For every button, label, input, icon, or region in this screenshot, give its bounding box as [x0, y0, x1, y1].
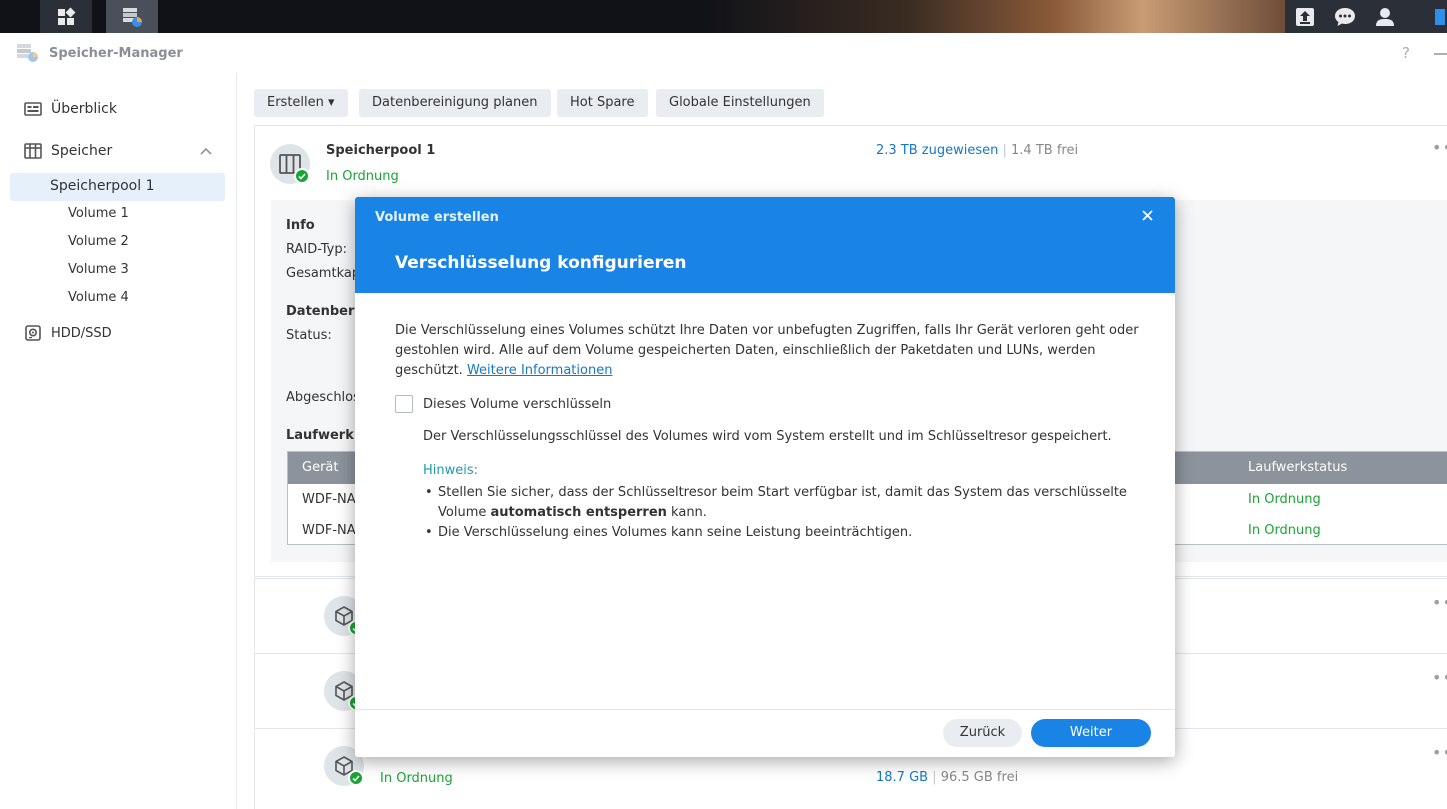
more-info-link[interactable]: Weitere Informationen — [467, 363, 612, 378]
volume-free: 96.5 GB frei — [940, 770, 1019, 785]
sidebar-item-volume-2[interactable]: Volume 2 — [68, 234, 129, 249]
user-tray-button[interactable] — [1365, 0, 1405, 33]
info-title: Info — [286, 218, 315, 233]
sidebar-item-label: Volume 3 — [68, 262, 129, 277]
minimize-button[interactable] — [1434, 53, 1447, 55]
drive-device: WDF-NA — [302, 492, 356, 507]
sidebar-item-storage-pool-1[interactable]: Speicherpool 1 — [50, 178, 154, 194]
app-title: Speicher-Manager — [49, 46, 183, 61]
pool-capacity: 2.3 TB zugewiesen | 1.4 TB frei — [876, 143, 1078, 158]
drive-device: WDF-NA — [302, 523, 356, 538]
storage-icon — [24, 143, 42, 159]
total-capacity-label: Gesamtkap — [286, 266, 361, 281]
storage-pool-icon — [270, 144, 310, 184]
global-settings-button[interactable]: Globale Einstellungen — [656, 89, 824, 117]
key-note: Der Verschlüsselungsschlüssel des Volume… — [423, 429, 1112, 444]
dialog-title: Verschlüsselung konfigurieren — [395, 253, 687, 273]
hint-1-tail: kann. — [666, 505, 707, 520]
dialog-caption: Volume erstellen — [375, 210, 499, 225]
check-icon — [294, 168, 310, 184]
close-icon — [1141, 209, 1153, 221]
chat-icon — [1335, 7, 1355, 26]
drive-status: In Ordnung — [1248, 523, 1321, 538]
sidebar-item-hdd-ssd[interactable]: HDD/SSD — [24, 325, 112, 341]
hint-label: Hinweis: — [423, 463, 479, 478]
pool-allocated[interactable]: 2.3 TB zugewiesen — [876, 143, 998, 158]
create-volume-dialog: Volume erstellen Verschlüsselung konfigu… — [355, 197, 1175, 757]
hint-list: Stellen Sie sicher, dass der Schlüsseltr… — [423, 483, 1143, 543]
dialog-footer: Zurück Weiter — [355, 709, 1175, 757]
sidebar-item-volume-4[interactable]: Volume 4 — [68, 290, 129, 305]
widgets-tray-button[interactable] — [1405, 0, 1445, 33]
upload-icon — [1296, 7, 1314, 26]
check-icon — [348, 770, 364, 786]
main-menu-button[interactable] — [40, 0, 92, 33]
hint-item-2: Die Verschlüsselung eines Volumes kann s… — [423, 523, 1143, 543]
sidebar-item-volume-3[interactable]: Volume 3 — [68, 262, 129, 277]
create-dropdown-button[interactable]: Erstellen ▾ — [254, 89, 348, 117]
help-button[interactable]: ? — [1402, 44, 1410, 62]
hint-1-emphasis: automatisch entsperren — [490, 505, 667, 520]
pool-name: Speicherpool 1 — [326, 143, 436, 158]
volume-capacity: 18.7 GB | 96.5 GB frei — [876, 770, 1018, 785]
hint-2-text: Die Verschlüsselung eines Volumes kann s… — [438, 525, 913, 540]
hdd-icon — [24, 325, 42, 341]
hint-item-1: Stellen Sie sicher, dass der Schlüsseltr… — [423, 483, 1143, 523]
more-options-icon[interactable]: ••• — [1432, 593, 1447, 612]
sidebar-item-storage[interactable]: Speicher — [24, 143, 112, 159]
chevron-up-icon[interactable] — [200, 147, 212, 155]
scrub-status-label: Status: — [286, 328, 332, 343]
dialog-intro: Die Verschlüsselung eines Volumes schütz… — [395, 321, 1140, 381]
sidebar-item-label: Volume 2 — [68, 234, 129, 249]
col-drive-status: Laufwerkstatus — [1248, 460, 1348, 475]
volume-used[interactable]: 18.7 GB — [876, 770, 928, 785]
sidebar-item-label: Speicherpool 1 — [50, 178, 155, 194]
encrypt-volume-option[interactable]: Dieses Volume verschlüsseln — [395, 395, 611, 413]
scrub-title: Datenbere — [286, 304, 364, 319]
sidebar-item-label: Volume 1 — [68, 206, 129, 221]
scrub-completed-label: Abgeschlos — [286, 390, 360, 405]
taskbar — [0, 0, 1447, 33]
overview-icon — [24, 101, 42, 117]
volume-status: In Ordnung — [380, 771, 453, 786]
dialog-header: Volume erstellen Verschlüsselung konfigu… — [355, 197, 1175, 293]
encrypt-volume-label[interactable]: Dieses Volume verschlüsseln — [423, 397, 611, 412]
sidebar-item-label: Speicher — [51, 143, 113, 159]
messages-tray-button[interactable] — [1325, 0, 1365, 33]
capacity-separator: | — [928, 770, 941, 785]
more-options-icon[interactable]: ••• — [1432, 743, 1447, 762]
more-options-icon[interactable]: ••• — [1432, 668, 1447, 687]
drive-status: In Ordnung — [1248, 492, 1321, 507]
back-button[interactable]: Zurück — [943, 719, 1022, 747]
col-device: Gerät — [302, 460, 339, 475]
widget-icon — [1435, 8, 1445, 25]
upload-tray-button[interactable] — [1285, 0, 1325, 33]
sidebar-item-label: HDD/SSD — [51, 325, 112, 341]
sidebar-item-volume-1[interactable]: Volume 1 — [68, 206, 129, 221]
capacity-separator: | — [998, 143, 1012, 158]
storage-manager-logo-icon — [17, 44, 38, 62]
sidebar-item-label: Volume 4 — [68, 290, 129, 305]
hot-spare-button[interactable]: Hot Spare — [557, 89, 648, 117]
grid-icon — [58, 7, 76, 25]
drives-title: Laufwerk — [286, 428, 354, 443]
taskbar-tray — [1285, 0, 1447, 33]
sidebar: Überblick Speicher Speicherpool 1 Volume… — [0, 73, 237, 809]
storage-manager-icon — [123, 7, 142, 27]
next-button[interactable]: Weiter — [1031, 719, 1151, 747]
storage-manager-taskbar-button[interactable] — [106, 0, 158, 33]
app-header: Speicher-Manager ? — [0, 33, 1447, 73]
sidebar-item-overview[interactable]: Überblick — [24, 101, 117, 117]
pool-free: 1.4 TB frei — [1011, 143, 1079, 158]
user-icon — [1376, 7, 1394, 26]
schedule-scrubbing-button[interactable]: Datenbereinigung planen — [359, 89, 551, 117]
more-options-icon[interactable]: ••• — [1432, 138, 1447, 157]
wallpaper-strip — [700, 0, 1290, 33]
close-button[interactable] — [1139, 207, 1155, 223]
encrypt-volume-checkbox[interactable] — [395, 395, 413, 413]
raid-type-label: RAID-Typ: — [286, 242, 347, 257]
pool-status: In Ordnung — [326, 169, 399, 184]
sidebar-item-label: Überblick — [51, 101, 117, 117]
